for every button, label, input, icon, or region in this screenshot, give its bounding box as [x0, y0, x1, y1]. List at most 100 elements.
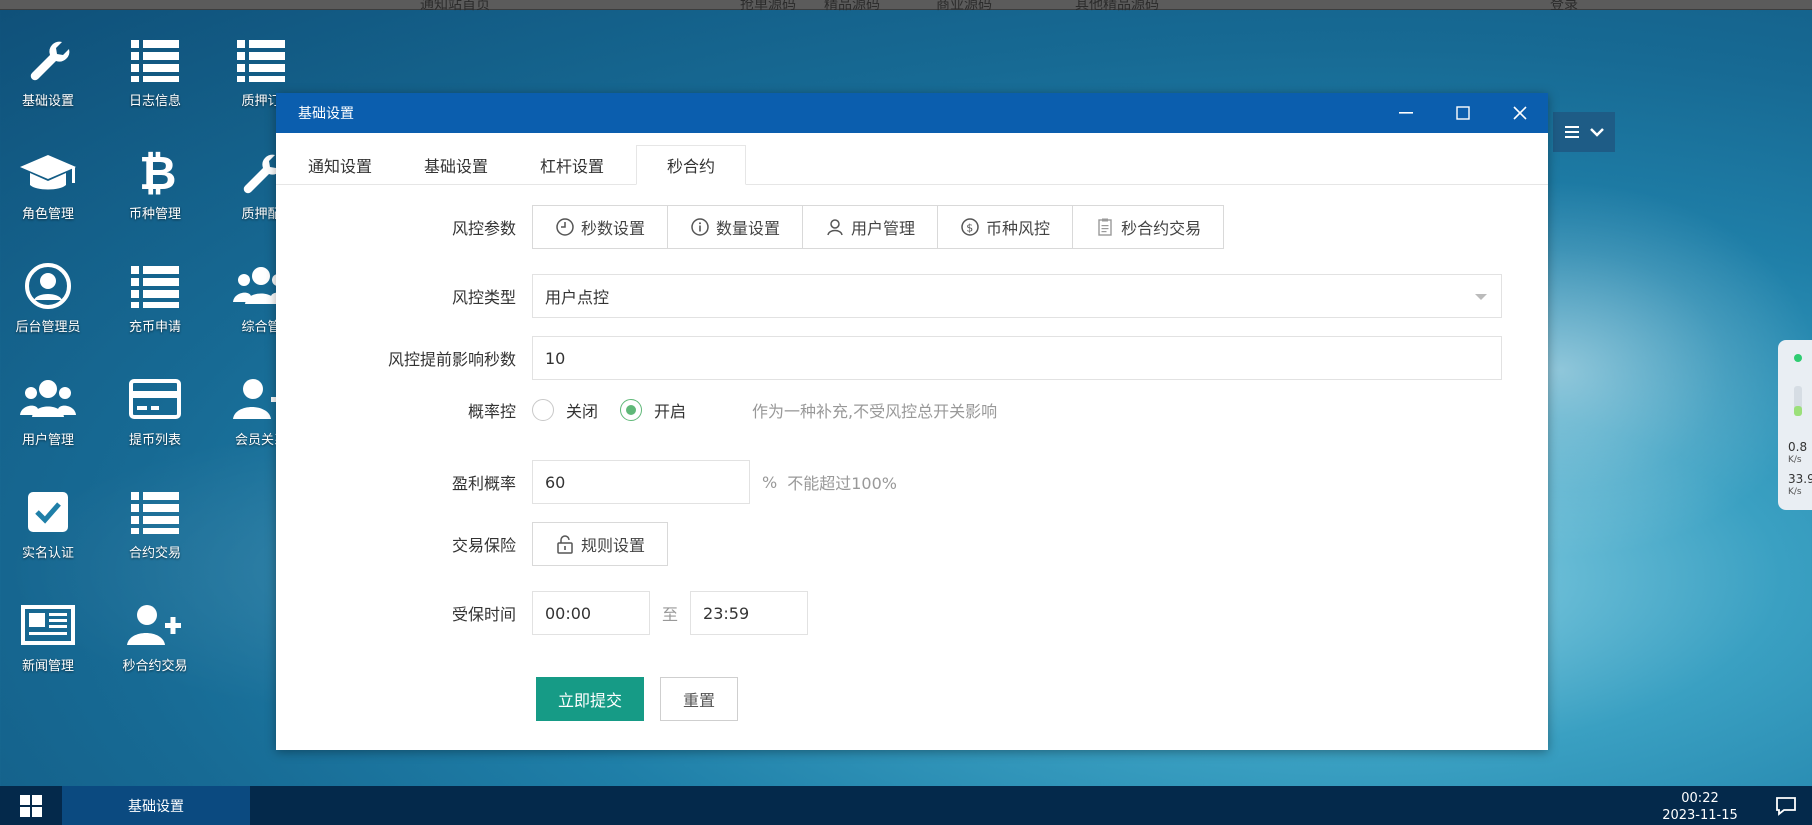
status-dot — [1794, 354, 1802, 362]
top-nav-item[interactable]: 精品源码 — [824, 0, 880, 14]
top-nav-item[interactable]: 登录 — [1550, 0, 1578, 14]
desktop-icon-news[interactable]: 新闻管理 — [0, 595, 96, 695]
reset-button[interactable]: 重置 — [660, 677, 739, 721]
risk-seconds-value: 10 — [545, 348, 566, 368]
desktop-icon-logs[interactable]: 日志信息 — [107, 30, 203, 130]
maximize-icon — [1455, 106, 1470, 120]
risk-params-label: 风控参数 — [451, 219, 516, 238]
level-bar-fill — [1794, 406, 1802, 416]
desktop-icon-users[interactable]: 用户管理 — [0, 369, 96, 469]
top-nav-item[interactable]: 其他精品源码 — [1075, 0, 1159, 14]
desktop-icon-second-contract[interactable]: 秒合约交易 — [107, 595, 203, 695]
chevron-down-icon[interactable] — [1589, 127, 1604, 137]
time-separator: 至 — [662, 605, 679, 624]
risk-seconds-input[interactable]: 10 — [532, 336, 1502, 380]
coin-risk-button[interactable]: $ 币种风控 — [938, 206, 1074, 248]
profit-rate-input[interactable]: 60 — [532, 460, 750, 504]
probability-off-radio[interactable]: 关闭 — [532, 398, 598, 422]
top-nav-item[interactable]: 通知站 — [420, 0, 462, 14]
radio-circle — [620, 399, 643, 421]
chat-bubble-icon — [1776, 796, 1796, 816]
button-label: 规则设置 — [581, 536, 646, 555]
info-icon — [691, 218, 709, 236]
tab-notify-settings[interactable]: 通知设置 — [288, 145, 392, 185]
menu-icon[interactable] — [1564, 126, 1579, 138]
window-titlebar[interactable]: 基础设置 — [276, 93, 1548, 133]
profit-rate-hint: 不能超过100% — [787, 474, 897, 493]
tab-leverage-settings[interactable]: 杠杆设置 — [520, 145, 624, 185]
wrench-icon — [30, 41, 70, 81]
radio-circle — [532, 399, 554, 421]
download-speed: 33.9 — [1788, 472, 1812, 486]
desktop-icon-label: 用户管理 — [21, 433, 74, 448]
seconds-settings-button[interactable]: 秒数设置 — [533, 206, 669, 248]
profit-rate-value: 60 — [545, 472, 566, 492]
clock-date: 2023-11-15 — [1662, 808, 1738, 823]
risk-params-button-group: 秒数设置 数量设置 用户管理 $ 币种风控 秒合约交易 — [532, 205, 1225, 249]
insurance-button-wrap: 规则设置 — [532, 522, 669, 566]
upload-speed: 0.8 — [1788, 440, 1808, 454]
top-nav-item[interactable]: 商业源码 — [936, 0, 992, 14]
desktop-icon-withdrawals[interactable]: 提币列表 — [107, 369, 203, 469]
notification-button[interactable] — [1760, 786, 1812, 825]
desktop-icon-label: 后台管理员 — [15, 320, 81, 335]
user-circle-icon — [25, 263, 71, 309]
minimize-icon — [1398, 112, 1413, 114]
form-actions: 立即提交 重置 — [536, 677, 739, 721]
desktop-icon-label: 提币列表 — [128, 433, 181, 448]
quantity-settings-button[interactable]: 数量设置 — [668, 206, 804, 248]
top-nav-item[interactable]: 首页 — [462, 0, 490, 14]
bitcoin-icon: ₿ — [139, 149, 175, 197]
submit-button[interactable]: 立即提交 — [536, 677, 645, 721]
insurance-row: 交易保险 规则设置 — [276, 522, 669, 566]
download-unit: K/s — [1788, 487, 1802, 497]
probability-hint: 作为一种补充,不受风控总开关影响 — [752, 402, 998, 421]
desktop-icon-label: 币种管理 — [128, 207, 181, 222]
desktop-icon-deposits[interactable]: 充币申请 — [107, 256, 203, 356]
profit-rate-row: 盈利概率 60 % 不能超过100% — [276, 460, 897, 504]
insured-start-time-input[interactable]: 00:00 — [532, 591, 650, 635]
risk-type-value: 用户点控 — [545, 288, 610, 307]
upload-unit: K/s — [1788, 455, 1802, 465]
desktop-icon-roles[interactable]: 角色管理 — [0, 143, 96, 243]
probability-label: 概率控 — [467, 402, 516, 421]
graduation-cap-icon — [20, 155, 76, 190]
users-icon — [20, 380, 76, 417]
second-contract-trade-button[interactable]: 秒合约交易 — [1073, 206, 1224, 248]
risk-seconds-label: 风控提前影响秒数 — [387, 350, 516, 369]
list-icon — [237, 40, 285, 82]
taskbar-item-basic-settings[interactable]: 基础设置 — [62, 786, 250, 825]
clock-icon — [556, 218, 574, 236]
desktop-icon-real-name[interactable]: 实名认证 — [0, 482, 96, 582]
desktop-icon-basic-settings[interactable]: 基础设置 — [0, 30, 96, 130]
user-add-icon — [127, 605, 181, 645]
risk-type-label: 风控类型 — [451, 288, 516, 307]
desktop-icon-label: 秒合约交易 — [122, 659, 188, 674]
insured-time-row: 受保时间 00:00 至 23:59 — [276, 591, 809, 635]
desktop-icon-contract-trade[interactable]: 合约交易 — [107, 482, 203, 582]
user-management-button[interactable]: 用户管理 — [803, 206, 939, 248]
dollar-icon: $ — [961, 218, 979, 236]
desktop-icon-label: 角色管理 — [21, 207, 74, 222]
list-icon — [131, 266, 179, 308]
top-nav-item[interactable]: 抢单源码 — [740, 0, 796, 14]
maximize-button[interactable] — [1434, 93, 1491, 133]
check-square-icon — [28, 492, 68, 532]
network-speed-widget[interactable]: 0.8 K/s 33.9 K/s — [1778, 340, 1812, 510]
tab-second-contract[interactable]: 秒合约 — [636, 145, 747, 185]
start-button[interactable] — [0, 786, 62, 825]
minimize-button[interactable] — [1377, 93, 1434, 133]
rule-settings-button[interactable]: 规则设置 — [533, 523, 668, 565]
windows-logo-icon — [20, 794, 42, 817]
desktop-icon-coins[interactable]: ₿ 币种管理 — [107, 143, 203, 243]
probability-on-radio[interactable]: 开启 — [620, 398, 686, 422]
user-icon — [827, 219, 843, 236]
taskbar-clock[interactable]: 00:22 2023-11-15 — [1660, 790, 1740, 824]
risk-seconds-row: 风控提前影响秒数 10 — [276, 336, 1502, 380]
risk-type-select[interactable]: 用户点控 — [532, 274, 1502, 318]
taskbar: 基础设置 00:22 2023-11-15 — [0, 786, 1812, 825]
close-button[interactable] — [1491, 93, 1548, 133]
insured-end-time-input[interactable]: 23:59 — [690, 591, 809, 635]
tab-basic-settings[interactable]: 基础设置 — [404, 145, 508, 185]
desktop-icon-admins[interactable]: 后台管理员 — [0, 256, 96, 356]
